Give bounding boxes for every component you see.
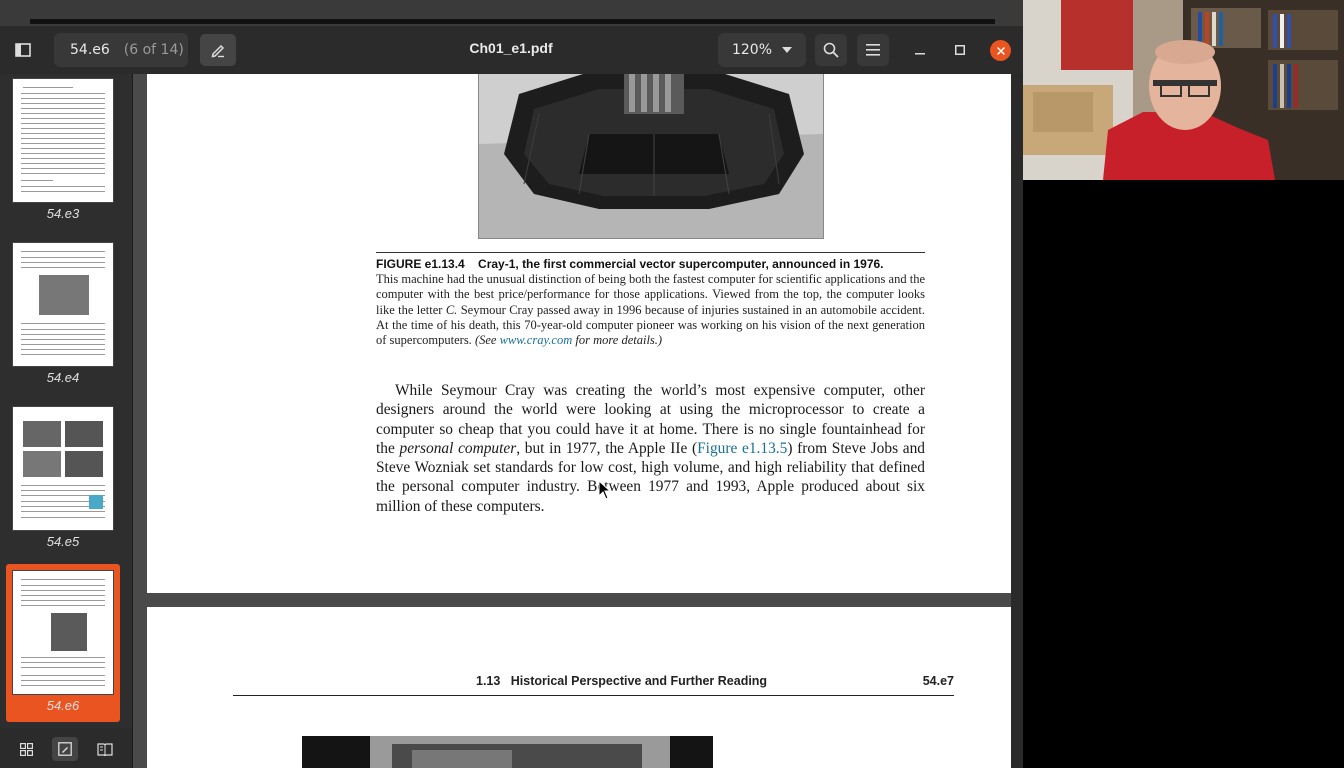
caption-letter-c: C. xyxy=(445,302,458,317)
page-number-entry[interactable]: 54.e6 (6 of 14) xyxy=(54,33,188,67)
hamburger-icon xyxy=(866,44,880,56)
sidebar-icon xyxy=(15,43,31,57)
outline-view-button[interactable] xyxy=(92,737,118,761)
cray-1-photo xyxy=(478,74,824,239)
thumbnail-image xyxy=(12,242,114,367)
figure-rule xyxy=(376,252,925,253)
sidebar-toggle-button[interactable] xyxy=(6,34,40,66)
annotate-button[interactable] xyxy=(200,34,236,66)
thumbnails-view-button[interactable] xyxy=(13,737,39,761)
thumbnail-label: 54.e6 xyxy=(46,698,80,713)
zoom-combo[interactable]: 120% xyxy=(718,33,806,67)
pdf-viewer-window: 54.e6 (6 of 14) Ch01_e1.pdf 120% 54.e3 5… xyxy=(0,0,1023,768)
chevron-down-icon xyxy=(782,47,793,53)
caption-see: (See xyxy=(474,333,500,348)
page-count-label: (6 of 14) xyxy=(123,42,184,58)
cray-link[interactable]: www.cray.com xyxy=(500,333,573,347)
vertical-scrollbar[interactable] xyxy=(1011,74,1023,768)
pdf-page-54e6: FIGURE e1.13.4 Cray-1, the first commerc… xyxy=(147,74,1011,593)
header-bar: 54.e6 (6 of 14) Ch01_e1.pdf 120% xyxy=(0,26,1023,74)
minimize-button[interactable] xyxy=(906,36,934,64)
body-paragraph: While Seymour Cray was creating the worl… xyxy=(376,381,925,516)
para-emphasis: personal computer xyxy=(399,439,517,457)
figure-link[interactable]: Figure e1.13.5 xyxy=(697,440,787,457)
thumbnail-sidebar: 54.e3 54.e4 54.e5 54.e6 xyxy=(0,74,133,768)
thumbnail-image xyxy=(12,570,114,695)
grid-icon xyxy=(19,742,33,756)
section-title: 1.13 Historical Perspective and Further … xyxy=(476,674,768,688)
caption-see-end: for more details.) xyxy=(572,333,663,348)
thumbnail-image xyxy=(12,406,114,531)
para-text-b: , but in 1977, the Apple IIe ( xyxy=(516,439,698,457)
annotation-icon xyxy=(58,742,72,756)
annotations-view-button[interactable] xyxy=(52,737,78,761)
thumbnail-image xyxy=(12,78,114,203)
search-icon xyxy=(823,42,839,58)
thumbnail-label: 54.e5 xyxy=(46,534,80,549)
current-page-label: 54.e6 xyxy=(70,42,110,58)
close-icon xyxy=(996,46,1005,55)
running-header: 1.13 Historical Perspective and Further … xyxy=(233,673,954,696)
page-number: 54.e7 xyxy=(922,674,954,688)
figure-caption-heading: FIGURE e1.13.4 Cray-1, the first commerc… xyxy=(376,257,884,271)
zoom-value: 120% xyxy=(731,42,773,58)
close-button[interactable] xyxy=(990,40,1011,61)
search-button[interactable] xyxy=(815,34,847,66)
background-window-strip xyxy=(0,0,1023,26)
thumbnail-label: 54.e3 xyxy=(46,206,80,221)
maximize-icon xyxy=(955,45,965,55)
sidebar-mode-bar xyxy=(0,728,132,768)
figure-caption: FIGURE e1.13.4 Cray-1, the first commerc… xyxy=(376,257,925,348)
book-icon xyxy=(97,742,113,756)
menu-button[interactable] xyxy=(857,34,889,66)
mouse-pointer-icon xyxy=(598,480,612,500)
pencil-icon xyxy=(211,44,225,58)
webcam-overlay xyxy=(1023,0,1344,180)
minimize-icon xyxy=(915,53,925,55)
pdf-page-54e7: 1.13 Historical Perspective and Further … xyxy=(147,607,1011,768)
apple-iie-photo xyxy=(302,736,713,768)
document-title: Ch01_e1.pdf xyxy=(469,40,553,56)
document-view[interactable]: FIGURE e1.13.4 Cray-1, the first commerc… xyxy=(133,74,1023,768)
thumbnail-label: 54.e4 xyxy=(46,370,80,385)
maximize-button[interactable] xyxy=(946,36,974,64)
